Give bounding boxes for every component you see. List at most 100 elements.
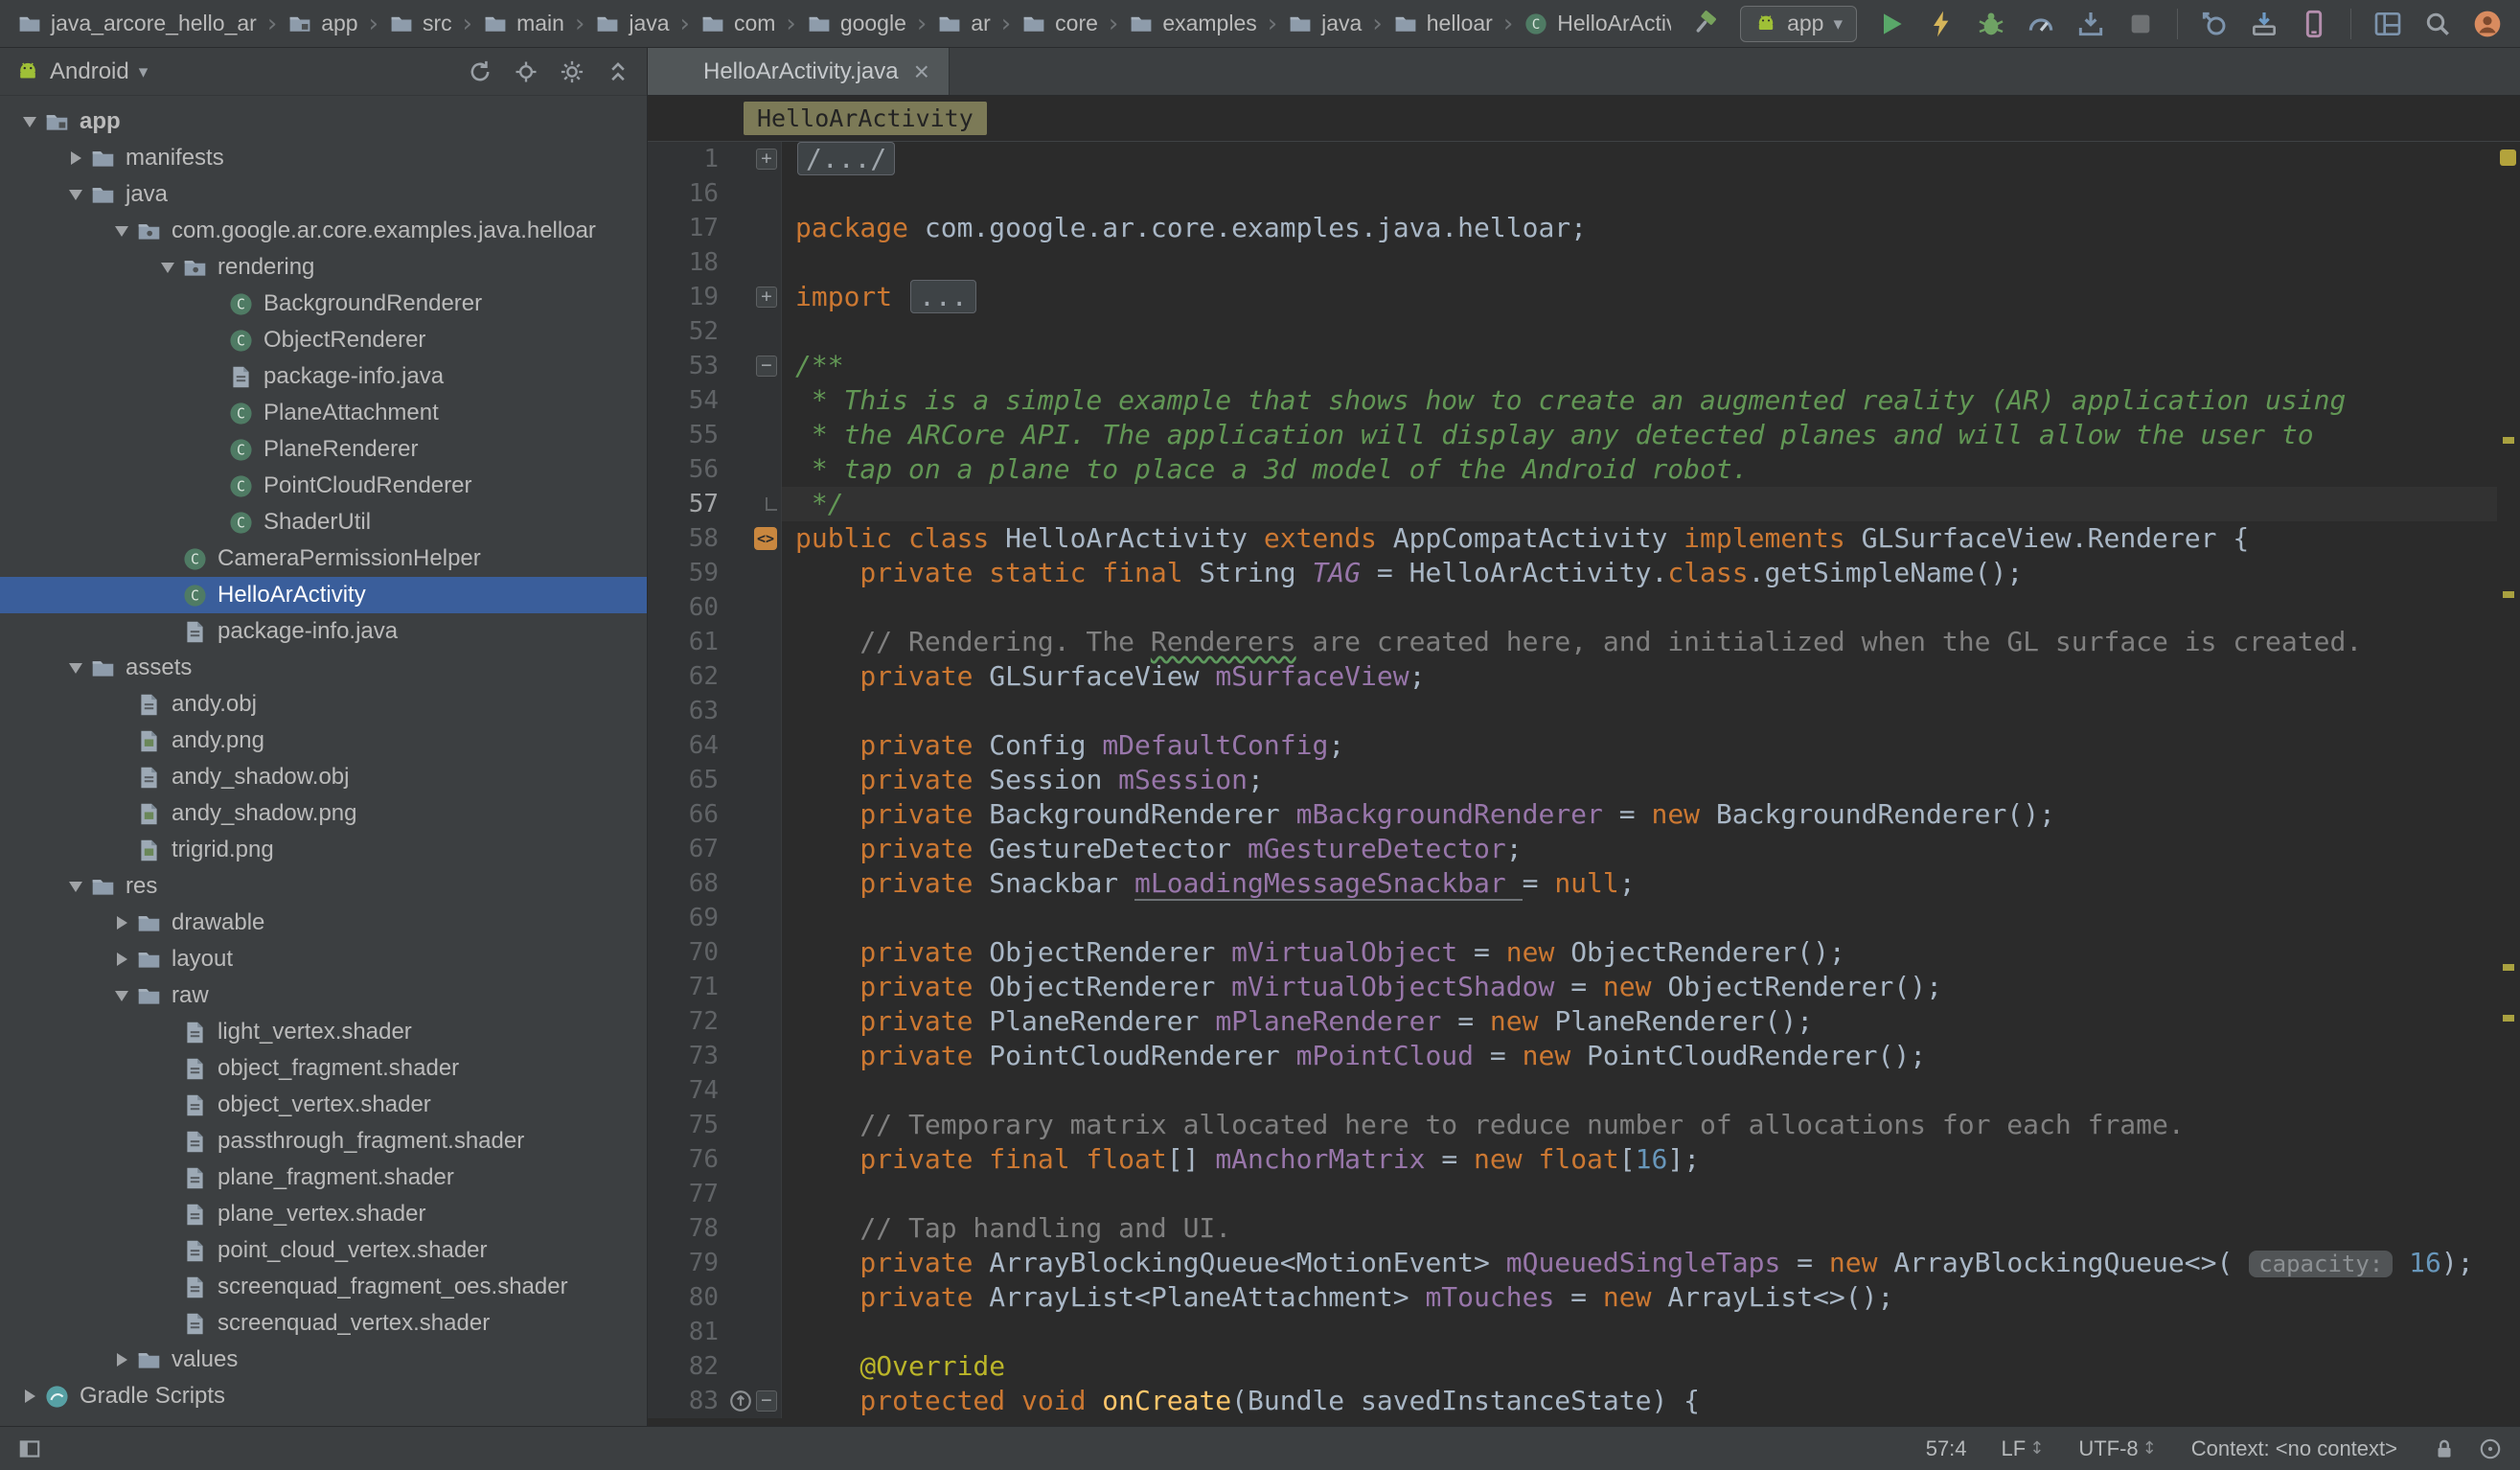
code-line[interactable]: 54 * This is a simple example that shows… (648, 383, 2520, 418)
code-line[interactable]: 80 private ArrayList<PlaneAttachment> mT… (648, 1280, 2520, 1315)
tree-open-arrow-icon[interactable] (15, 117, 44, 127)
lock-icon[interactable] (2432, 1436, 2457, 1461)
tree-item-andy-png[interactable]: andy.png (0, 723, 647, 759)
tree-item-res[interactable]: res (0, 868, 647, 905)
code-line[interactable]: 55 * the ARCore API. The application wil… (648, 418, 2520, 452)
tree-item-manifests[interactable]: manifests (0, 140, 647, 176)
tree-closed-arrow-icon[interactable] (15, 1390, 44, 1403)
tree-item-package-info-java[interactable]: package-info.java (0, 358, 647, 395)
code-line[interactable]: 66 private BackgroundRenderer mBackgroun… (648, 797, 2520, 832)
nav-item-core[interactable]: core (1021, 11, 1098, 36)
code-line[interactable]: 56 * tap on a plane to place a 3d model … (648, 452, 2520, 487)
nav-item-helloar[interactable]: helloar (1393, 11, 1493, 36)
tree-closed-arrow-icon[interactable] (61, 151, 90, 165)
code-line[interactable]: 73 private PointCloudRenderer mPointClou… (648, 1039, 2520, 1073)
code-line[interactable]: 58<>public class HelloArActivity extends… (648, 521, 2520, 556)
sync-icon[interactable] (467, 58, 493, 85)
tree-item-plane-fragment-shader[interactable]: plane_fragment.shader (0, 1160, 647, 1196)
code-line[interactable]: 74 (648, 1073, 2520, 1108)
error-stripe[interactable] (2497, 142, 2520, 1426)
tree-item-assets[interactable]: assets (0, 650, 647, 686)
locate-file-icon[interactable] (513, 58, 539, 85)
code-line[interactable]: 18 (648, 245, 2520, 280)
tree-item-com-google-ar-core-examples-java-helloar[interactable]: com.google.ar.core.examples.java.helloar (0, 213, 647, 249)
tree-open-arrow-icon[interactable] (61, 663, 90, 674)
tree-item-screenquad-vertex-shader[interactable]: screenquad_vertex.shader (0, 1305, 647, 1342)
code-line[interactable]: 81 (648, 1315, 2520, 1349)
tree-item-raw[interactable]: raw (0, 977, 647, 1014)
tree-item-planeattachment[interactable]: CPlaneAttachment (0, 395, 647, 431)
search-everywhere-icon[interactable] (2422, 9, 2453, 39)
tree-item-java[interactable]: java (0, 176, 647, 213)
tree-item-passthrough-fragment-shader[interactable]: passthrough_fragment.shader (0, 1123, 647, 1160)
code-line[interactable]: 72 private PlaneRenderer mPlaneRenderer … (648, 1004, 2520, 1039)
tree-item-rendering[interactable]: rendering (0, 249, 647, 286)
tree-item-values[interactable]: values (0, 1342, 647, 1378)
tree-item-object-fragment-shader[interactable]: object_fragment.shader (0, 1050, 647, 1087)
code-line[interactable]: 67 private GestureDetector mGestureDetec… (648, 832, 2520, 866)
tree-item-screenquad-fragment-oes-shader[interactable]: screenquad_fragment_oes.shader (0, 1269, 647, 1305)
code-line[interactable]: 59 private static final String TAG = Hel… (648, 556, 2520, 590)
nav-item-app[interactable]: app (287, 11, 357, 36)
tree-closed-arrow-icon[interactable] (107, 916, 136, 930)
run-config-selector[interactable]: app▾ (1740, 6, 1857, 42)
code-line[interactable]: 1+/.../ (648, 142, 2520, 176)
nav-item-java[interactable]: java (1288, 11, 1362, 36)
stripe-mark[interactable] (2503, 1015, 2514, 1022)
stripe-mark[interactable] (2503, 591, 2514, 598)
tree-item-app[interactable]: app (0, 103, 647, 140)
tree-open-arrow-icon[interactable] (61, 882, 90, 892)
project-view-selector[interactable]: Android ▾ (15, 58, 148, 85)
code-line[interactable]: 63 (648, 694, 2520, 728)
code-line[interactable]: 17package com.google.ar.core.examples.ja… (648, 211, 2520, 245)
code-line[interactable]: 62 private GLSurfaceView mSurfaceView; (648, 659, 2520, 694)
context-indicator[interactable]: Context: <no context> (2191, 1436, 2397, 1461)
code-line[interactable]: 71 private ObjectRenderer mVirtualObject… (648, 970, 2520, 1004)
nav-item-com[interactable]: com (700, 11, 775, 36)
tree-closed-arrow-icon[interactable] (107, 953, 136, 966)
tree-item-trigrid-png[interactable]: trigrid.png (0, 832, 647, 868)
tree-open-arrow-icon[interactable] (107, 226, 136, 237)
collapse-all-icon[interactable] (605, 58, 631, 85)
stripe-mark[interactable] (2503, 964, 2514, 971)
debug-icon[interactable] (1976, 9, 2006, 39)
overrides-method-gutter-icon[interactable] (728, 1389, 753, 1413)
tree-item-planerenderer[interactable]: CPlaneRenderer (0, 431, 647, 468)
nav-item-helloaractivity[interactable]: CHelloArActivity (1523, 11, 1671, 36)
code-line[interactable]: 65 private Session mSession; (648, 763, 2520, 797)
code-line[interactable]: 77 (648, 1177, 2520, 1211)
inspection-indicator[interactable] (2500, 149, 2516, 166)
fold-marker-plus[interactable]: + (756, 287, 777, 308)
tree-item-point-cloud-vertex-shader[interactable]: point_cloud_vertex.shader (0, 1232, 647, 1269)
code-line[interactable]: 83− protected void onCreate(Bundle saved… (648, 1384, 2520, 1418)
code-line[interactable]: 16 (648, 176, 2520, 211)
tree-item-andy-shadow-obj[interactable]: andy_shadow.obj (0, 759, 647, 795)
code-line[interactable]: 82 @Override (648, 1349, 2520, 1384)
encoding-indicator[interactable]: UTF-8 ↕ (2078, 1436, 2156, 1461)
tree-open-arrow-icon[interactable] (61, 190, 90, 200)
toolwindows-icon[interactable] (2372, 9, 2403, 39)
profile-icon[interactable] (2026, 9, 2056, 39)
nav-item-java[interactable]: java (595, 11, 669, 36)
nav-item-google[interactable]: google (807, 11, 906, 36)
nav-item-ar[interactable]: ar (937, 11, 990, 36)
tree-item-plane-vertex-shader[interactable]: plane_vertex.shader (0, 1196, 647, 1232)
fold-marker-minus[interactable]: − (756, 356, 777, 377)
code-line[interactable]: 52 (648, 314, 2520, 349)
caret-position[interactable]: 57:4 (1926, 1436, 1967, 1461)
tree-item-shaderutil[interactable]: CShaderUtil (0, 504, 647, 540)
code-line[interactable]: 76 private final float[] mAnchorMatrix =… (648, 1142, 2520, 1177)
fold-marker-end[interactable] (766, 497, 777, 511)
code-line[interactable]: 57 */ (648, 487, 2520, 521)
apply-changes-icon[interactable] (1926, 9, 1957, 39)
related-resource-gutter-icon[interactable]: <> (754, 527, 777, 550)
nav-item-java_arcore_hello_ar[interactable]: java_arcore_hello_ar (17, 11, 257, 36)
code-line[interactable]: 69 (648, 901, 2520, 935)
code-line[interactable]: 75 // Temporary matrix allocated here to… (648, 1108, 2520, 1142)
fold-marker-minus[interactable]: − (756, 1390, 777, 1412)
line-separator-indicator[interactable]: LF ↕ (2002, 1436, 2045, 1461)
tree-item-andy-obj[interactable]: andy.obj (0, 686, 647, 723)
code-line[interactable]: 19+import ... (648, 280, 2520, 314)
nav-item-examples[interactable]: examples (1129, 11, 1256, 36)
tree-open-arrow-icon[interactable] (153, 263, 182, 273)
